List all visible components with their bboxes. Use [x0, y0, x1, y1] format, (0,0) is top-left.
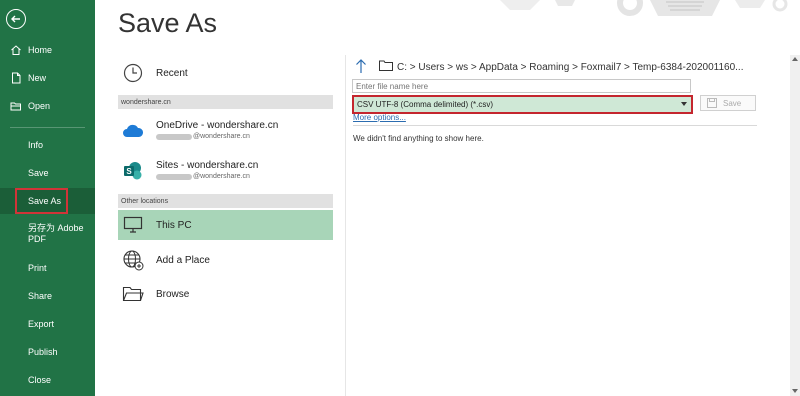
group-header: wondershare.cn [118, 95, 333, 109]
sidebar-item-info[interactable]: Info [0, 132, 95, 158]
onedrive-cloud-icon [122, 120, 144, 142]
location-label: OneDrive - wondershare.cn [156, 120, 279, 131]
page-title: Save As [118, 8, 218, 38]
panel-divider [345, 55, 346, 396]
sidebar-item-label: Export [28, 319, 55, 329]
location-label: Browse [156, 288, 190, 300]
sidebar-item-label: Publish [28, 347, 58, 357]
sidebar-item-print[interactable]: Print [0, 255, 95, 281]
sidebar-item-open[interactable]: Open [0, 93, 95, 119]
more-options-link[interactable]: More options... [353, 113, 406, 122]
backstage-sidebar: Home New Open Info Save Save As 另存为 Adob… [0, 0, 95, 396]
sidebar-item-label: Info [28, 140, 44, 150]
sidebar-item-save[interactable]: Save [0, 160, 95, 186]
sidebar-item-save-as-adobe-pdf[interactable]: 另存为 Adobe PDF [0, 218, 95, 248]
save-as-highlight-box [15, 188, 68, 214]
new-document-icon [10, 72, 22, 84]
save-button-label: Save [723, 98, 742, 108]
save-button[interactable]: Save [700, 95, 756, 111]
sidebar-item-label: New [28, 73, 47, 83]
sidebar-item-publish[interactable]: Publish [0, 339, 95, 365]
folder-open-icon [122, 283, 144, 305]
back-arrow-icon[interactable] [6, 9, 26, 29]
file-name-input[interactable] [352, 79, 691, 93]
location-sites[interactable]: S Sites - wondershare.cn @wondershare.cn [118, 153, 333, 189]
folder-icon [379, 60, 393, 74]
sidebar-item-export[interactable]: Export [0, 311, 95, 337]
home-icon [10, 44, 22, 56]
file-type-value: CSV UTF-8 (Comma delimited) (*.csv) [357, 100, 494, 109]
location-label: Add a Place [156, 254, 210, 266]
vertical-scrollbar[interactable] [790, 55, 800, 396]
sidebar-item-label: 另存为 Adobe PDF [28, 223, 84, 244]
sidebar-item-label: Open [28, 101, 51, 111]
location-this-pc[interactable]: This PC [118, 210, 333, 240]
sidebar-item-close[interactable]: Close [0, 367, 95, 393]
clock-icon [122, 62, 144, 84]
location-browse[interactable]: Browse [118, 277, 333, 311]
folder-path-text[interactable]: C: > Users > ws > AppData > Roaming > Fo… [397, 62, 744, 73]
sidebar-item-share[interactable]: Share [0, 283, 95, 309]
account-email: @wondershare.cn [156, 172, 258, 182]
header-decoration-icon [500, 0, 788, 16]
folder-path-bar: C: > Users > ws > AppData > Roaming > Fo… [355, 56, 744, 78]
sidebar-item-home[interactable]: Home [0, 37, 95, 63]
open-folder-icon [10, 100, 22, 112]
location-label: This PC [156, 219, 192, 231]
chevron-down-icon [681, 102, 687, 106]
scroll-down-icon[interactable] [792, 389, 798, 393]
sidebar-item-new[interactable]: New [0, 65, 95, 91]
sidebar-item-label: Share [28, 291, 53, 301]
account-domain: @wondershare.cn [193, 133, 250, 140]
sidebar-divider [10, 127, 85, 128]
save-disk-icon [707, 98, 717, 108]
globe-add-icon [122, 249, 144, 271]
location-onedrive[interactable]: OneDrive - wondershare.cn @wondershare.c… [118, 113, 333, 149]
sidebar-item-label: Print [28, 263, 47, 273]
location-label: Sites - wondershare.cn [156, 160, 259, 171]
scroll-up-icon[interactable] [792, 57, 798, 61]
file-type-dropdown[interactable]: CSV UTF-8 (Comma delimited) (*.csv) [352, 95, 693, 114]
sharepoint-sites-icon: S [122, 160, 144, 182]
redacted-blur [156, 134, 192, 140]
account-domain: @wondershare.cn [193, 173, 250, 180]
sidebar-item-label: Close [28, 375, 52, 385]
redacted-blur [156, 174, 192, 180]
location-recent[interactable]: Recent [118, 56, 333, 90]
group-header: Other locations [118, 194, 333, 208]
up-arrow-icon[interactable] [355, 58, 369, 77]
sidebar-item-label: Home [28, 45, 53, 55]
svg-text:S: S [126, 167, 132, 176]
sidebar-item-label: Save [28, 168, 49, 178]
location-add-a-place[interactable]: Add a Place [118, 243, 333, 277]
computer-icon [122, 214, 144, 236]
account-email: @wondershare.cn [156, 132, 278, 142]
divider [353, 125, 757, 126]
empty-state-message: We didn't find anything to show here. [353, 134, 484, 143]
location-label: Recent [156, 67, 188, 79]
